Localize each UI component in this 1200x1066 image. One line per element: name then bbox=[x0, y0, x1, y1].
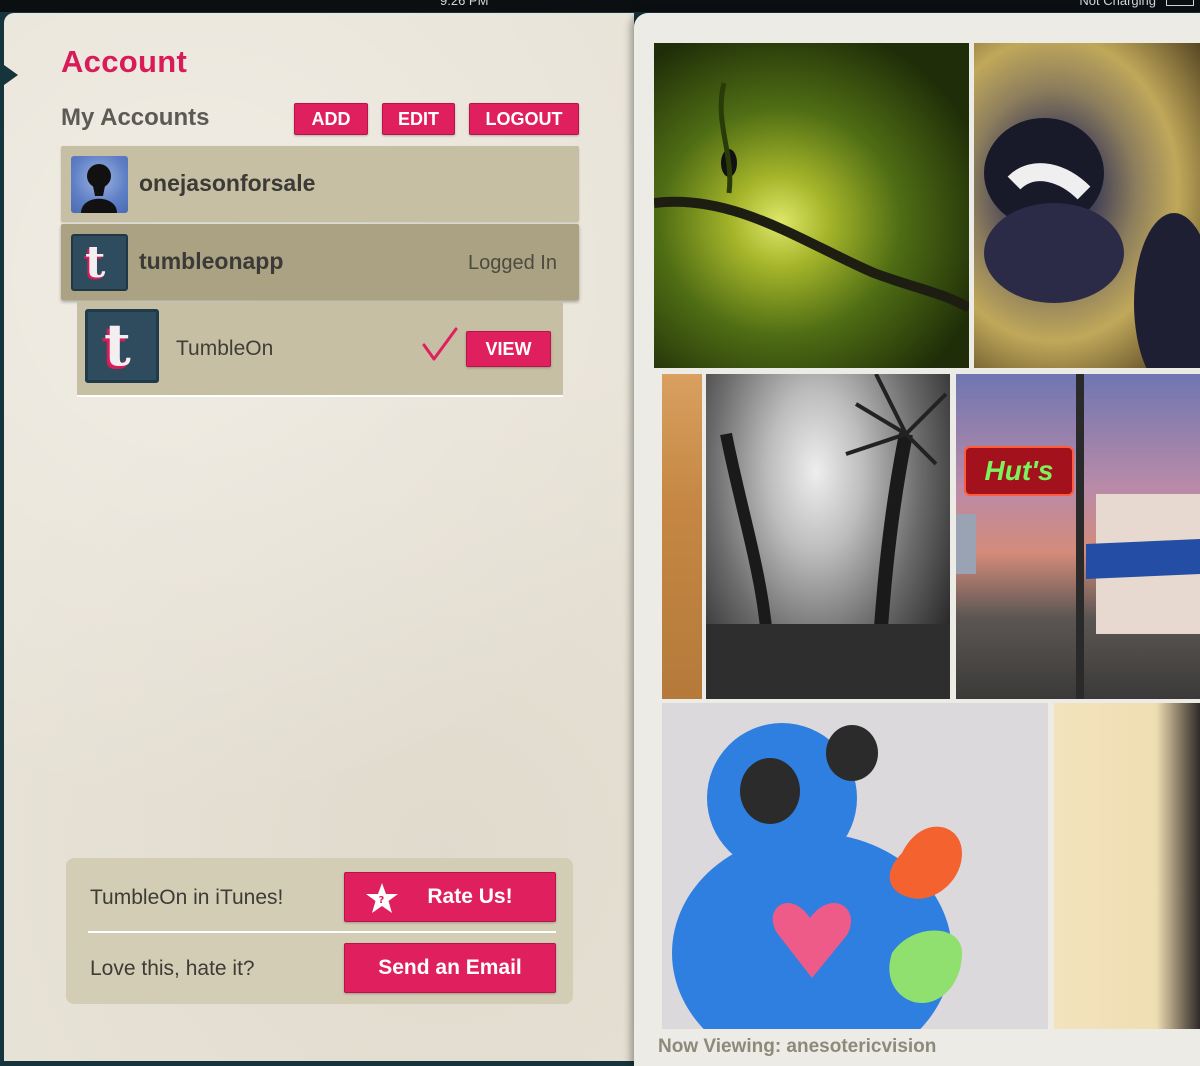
photo-leaf-ant[interactable] bbox=[654, 43, 969, 368]
now-viewing-label: Now Viewing: anesotericvision bbox=[658, 1036, 937, 1057]
tumblr-blog-icon: t t bbox=[85, 309, 159, 383]
add-account-button[interactable]: ADD bbox=[294, 103, 368, 135]
status-charge: Not Charging bbox=[1079, 0, 1156, 8]
svg-text:?: ? bbox=[379, 895, 385, 906]
send-email-button[interactable]: Send an Email bbox=[344, 943, 556, 993]
logout-button[interactable]: LOGOUT bbox=[469, 103, 579, 135]
photo-viewer-panel: Hut's Now Viewing: anesotericvision bbox=[634, 13, 1200, 1066]
account-name: tumbleonapp bbox=[139, 248, 284, 274]
checkmark-icon bbox=[422, 327, 458, 361]
photo-clay-figure[interactable] bbox=[662, 703, 1048, 1029]
feedback-label: Love this, hate it? bbox=[90, 957, 255, 980]
account-name: onejasonforsale bbox=[139, 170, 316, 196]
svg-text:t: t bbox=[104, 312, 131, 379]
battery-icon bbox=[1166, 0, 1194, 6]
rate-us-button[interactable]: ? Rate Us! bbox=[344, 872, 556, 922]
account-row-tumbleonapp[interactable]: t t tumbleonapp Logged In bbox=[61, 224, 579, 300]
photo-dog[interactable] bbox=[974, 43, 1200, 368]
divider bbox=[88, 931, 556, 933]
star-icon: ? bbox=[366, 883, 398, 913]
view-blog-button[interactable]: VIEW bbox=[466, 331, 551, 367]
tumblr-avatar-icon: t t bbox=[71, 234, 128, 291]
edit-accounts-button[interactable]: EDIT bbox=[382, 103, 455, 135]
photo-huts-sign[interactable]: Hut's bbox=[956, 374, 1200, 699]
account-panel: Account My Accounts ADD EDIT LOGOUT onej… bbox=[4, 13, 634, 1061]
page-title: Account bbox=[61, 44, 188, 79]
blog-name: TumbleOn bbox=[176, 337, 274, 360]
svg-text:t: t bbox=[85, 237, 106, 288]
panel-notch bbox=[4, 65, 18, 85]
photo-bw-trees[interactable] bbox=[706, 374, 950, 699]
status-bar: 9:26 PM Not Charging bbox=[0, 0, 1200, 12]
my-accounts-heading: My Accounts bbox=[61, 104, 210, 131]
status-time: 9:26 PM bbox=[440, 0, 489, 8]
itunes-label: TumbleOn in iTunes! bbox=[90, 886, 284, 909]
feedback-box: TumbleOn in iTunes! ? Rate Us! Love this… bbox=[66, 858, 573, 1004]
photo-partial-right[interactable] bbox=[1054, 703, 1200, 1029]
rate-us-label: Rate Us! bbox=[427, 885, 513, 908]
default-avatar-icon bbox=[71, 156, 128, 213]
photo-partial[interactable] bbox=[662, 374, 702, 699]
logged-in-status: Logged In bbox=[468, 252, 557, 274]
blog-row-tumbleon[interactable]: t t TumbleOn VIEW bbox=[77, 301, 563, 397]
account-row-onejasonforsale[interactable]: onejasonforsale bbox=[61, 146, 579, 222]
